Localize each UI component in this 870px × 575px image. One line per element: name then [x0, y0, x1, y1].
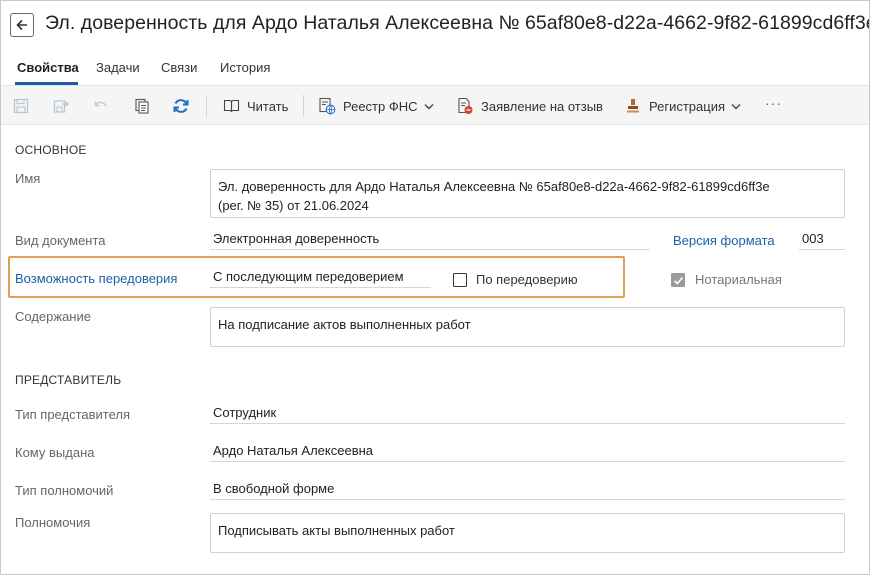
name-field[interactable]: Эл. доверенность для Ардо Наталья Алексе…: [210, 169, 845, 218]
issued-to-field[interactable]: Ардо Наталья Алексеевна: [210, 440, 845, 462]
tab-bar: Свойства Задачи Связи История: [1, 51, 869, 86]
by-redelegation-checkbox[interactable]: [453, 273, 467, 287]
representative-section-title: ПРЕДСТАВИТЕЛЬ: [15, 373, 122, 387]
refresh-icon[interactable]: [172, 97, 190, 115]
issued-to-label: Кому выдана: [15, 445, 95, 460]
main-section-title: ОСНОВНОЕ: [15, 143, 87, 157]
doc-type-field[interactable]: Электронная доверенность: [210, 228, 650, 250]
read-button[interactable]: Читать: [222, 96, 288, 116]
by-redelegation-label: По передоверию: [476, 272, 578, 287]
save-and-close-icon[interactable]: [52, 97, 70, 115]
revocation-request-label: Заявление на отзыв: [481, 98, 603, 114]
redelegation-link[interactable]: Возможность передоверия: [15, 271, 177, 286]
content-field[interactable]: На подписание актов выполненных работ: [210, 307, 845, 347]
chevron-down-icon: [731, 103, 741, 110]
book-icon: [222, 97, 240, 115]
content-label: Содержание: [15, 309, 91, 324]
save-icon[interactable]: [12, 97, 30, 115]
more-actions-icon[interactable]: ···: [765, 95, 782, 111]
powers-label: Полномочия: [15, 515, 91, 530]
document-window: Эл. доверенность для Ардо Наталья Алексе…: [0, 0, 870, 575]
copy-icon[interactable]: [133, 97, 151, 115]
rep-type-label: Тип представителя: [15, 407, 131, 422]
registry-globe-icon: [318, 97, 336, 115]
format-version-field[interactable]: 003: [799, 228, 845, 250]
name-label: Имя: [15, 171, 41, 186]
arrow-left-icon: [16, 19, 27, 31]
fns-registry-button[interactable]: Реестр ФНС: [318, 96, 434, 116]
chevron-down-icon: [424, 103, 434, 110]
tab-history[interactable]: История: [220, 60, 270, 75]
tab-links[interactable]: Связи: [161, 60, 197, 75]
redelegation-field[interactable]: С последующим передоверием: [210, 266, 431, 288]
notarial-label: Нотариальная: [695, 272, 782, 287]
toolbar-separator: [303, 95, 304, 117]
stamp-icon: [624, 97, 642, 115]
revoke-document-icon: [456, 97, 474, 115]
tab-tasks[interactable]: Задачи: [96, 60, 140, 75]
powers-type-label: Тип полномочий: [15, 483, 114, 498]
checkmark-icon: [673, 276, 683, 285]
powers-field[interactable]: Подписывать акты выполненных работ: [210, 513, 845, 553]
rep-type-field[interactable]: Сотрудник: [210, 402, 845, 424]
doc-type-label: Вид документа: [15, 233, 106, 248]
registration-button[interactable]: Регистрация: [624, 96, 741, 116]
tab-properties[interactable]: Свойства: [17, 60, 79, 75]
active-tab-indicator: [15, 82, 78, 85]
page-title: Эл. доверенность для Ардо Наталья Алексе…: [45, 12, 870, 34]
fns-registry-label: Реестр ФНС: [343, 98, 418, 114]
powers-type-field[interactable]: В свободной форме: [210, 478, 845, 500]
notarial-checkbox[interactable]: [671, 273, 685, 287]
toolbar: Читать Реестр ФНС Заявление на отзыв Рег…: [1, 86, 869, 125]
read-button-label: Читать: [247, 98, 289, 114]
revocation-request-button[interactable]: Заявление на отзыв: [456, 96, 603, 116]
undo-icon[interactable]: [92, 97, 110, 115]
registration-label: Регистрация: [649, 98, 725, 114]
name-value-line1: Эл. доверенность для Ардо Наталья Алексе…: [218, 179, 770, 194]
title-bar: Эл. доверенность для Ардо Наталья Алексе…: [1, 1, 869, 51]
toolbar-separator: [206, 95, 207, 117]
back-button[interactable]: [10, 13, 34, 37]
format-version-link[interactable]: Версия формата: [673, 233, 775, 248]
name-value-line2: (рег. № 35) от 21.06.2024: [218, 198, 369, 213]
